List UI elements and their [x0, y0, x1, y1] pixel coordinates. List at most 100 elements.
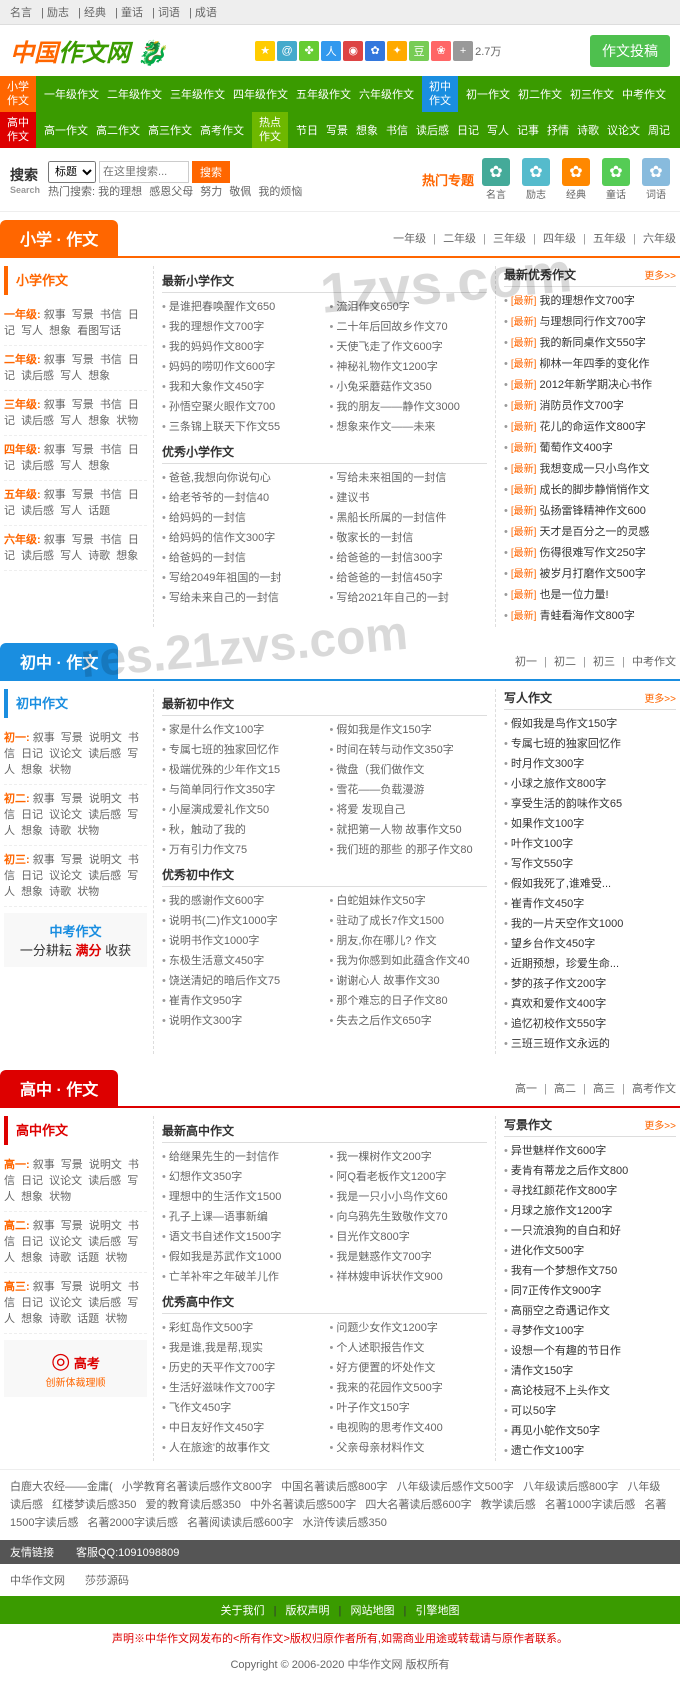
- article-link[interactable]: 说明书(二)作文1000字: [162, 911, 320, 931]
- article-link[interactable]: 写给未来自己的一封信: [162, 588, 320, 608]
- bottom-link[interactable]: 中外名著读后感500字: [250, 1499, 356, 1511]
- nav-link[interactable]: 高考作文: [196, 120, 248, 140]
- article-link[interactable]: 说明书作文1000字: [162, 931, 320, 951]
- tag-link[interactable]: 日记: [21, 870, 43, 882]
- article-link[interactable]: 假如我是作文150字: [330, 720, 488, 740]
- more-link[interactable]: 更多>>: [644, 267, 676, 282]
- tag-link[interactable]: 状物: [49, 1191, 71, 1203]
- article-link[interactable]: 谢谢心人 故事作文30: [330, 971, 488, 991]
- article-link[interactable]: 雪花——负载漫游: [330, 780, 488, 800]
- friend-link[interactable]: 中华作文网: [10, 1575, 65, 1587]
- tag-link[interactable]: 想象: [21, 1313, 43, 1325]
- article-link[interactable]: 叶子作文150字: [330, 1398, 488, 1418]
- article-link[interactable]: 极端优殊的少年作文15: [162, 760, 320, 780]
- topbar-link[interactable]: 词语: [158, 7, 180, 19]
- topbar-link[interactable]: 成语: [195, 7, 217, 19]
- article-link[interactable]: 写给未来祖国的一封信: [330, 468, 488, 488]
- nav-link[interactable]: 书信: [382, 120, 412, 140]
- tag-link[interactable]: 写景: [72, 309, 94, 321]
- nav-link[interactable]: 读后感: [412, 120, 453, 140]
- side-link[interactable]: 叶作文100字: [504, 834, 676, 854]
- tab-link[interactable]: 初二: [554, 656, 576, 668]
- side-link[interactable]: [最新] 我想变成一只小鸟作文: [504, 459, 676, 480]
- article-link[interactable]: 我的朋友——静作文3000: [330, 397, 488, 417]
- article-link[interactable]: 历史的天平作文700字: [162, 1358, 320, 1378]
- nav-link[interactable]: 想象: [352, 120, 382, 140]
- nav-link[interactable]: 高三作文: [144, 120, 196, 140]
- tag-link[interactable]: 写人: [60, 370, 82, 382]
- tag-link[interactable]: 叙事: [33, 732, 55, 744]
- nav-link[interactable]: 记事: [513, 120, 543, 140]
- article-link[interactable]: 电视购的思考作文400: [330, 1418, 488, 1438]
- tag-link[interactable]: 写景: [61, 1159, 83, 1171]
- article-link[interactable]: 万有引力作文75: [162, 840, 320, 860]
- tab-link[interactable]: 中考作文: [632, 656, 676, 668]
- tag-link[interactable]: 日记: [21, 1297, 43, 1309]
- tag-link[interactable]: 叙事: [44, 354, 66, 366]
- tag-link[interactable]: 写景: [61, 732, 83, 744]
- tag-link[interactable]: 书信: [100, 399, 122, 411]
- tag-link[interactable]: 写景: [72, 489, 94, 501]
- tag-link[interactable]: 写人: [60, 415, 82, 427]
- article-link[interactable]: 敬家长的一封信: [330, 528, 488, 548]
- tag-link[interactable]: 状物: [105, 1313, 127, 1325]
- tag-link[interactable]: 书信: [100, 534, 122, 546]
- side-link[interactable]: 追忆初校作文550字: [504, 1014, 676, 1034]
- tag-link[interactable]: 写人: [60, 505, 82, 517]
- side-link[interactable]: [最新] 柳林一年四季的变化作: [504, 354, 676, 375]
- tag-link[interactable]: 读后感: [21, 505, 54, 517]
- tag-link[interactable]: 状物: [49, 764, 71, 776]
- article-link[interactable]: 写给2049年祖国的一封: [162, 568, 320, 588]
- topbar-link[interactable]: 励志: [47, 7, 69, 19]
- article-link[interactable]: 崔青作文950字: [162, 991, 320, 1011]
- article-link[interactable]: 语文书自述作文1500字: [162, 1227, 320, 1247]
- article-link[interactable]: 假如我是苏武作文1000: [162, 1247, 320, 1267]
- nav-link[interactable]: 写人: [483, 120, 513, 140]
- article-link[interactable]: 人在旅途'的故事作文: [162, 1438, 320, 1458]
- bottom-link[interactable]: 名著阅读读后感600字: [187, 1517, 293, 1529]
- tag-link[interactable]: 诗歌: [49, 825, 71, 837]
- more-link[interactable]: 更多>>: [644, 1117, 676, 1132]
- tab-link[interactable]: 六年级: [643, 233, 676, 245]
- tab-link[interactable]: 五年级: [593, 233, 626, 245]
- tag-link[interactable]: 写景: [61, 854, 83, 866]
- article-link[interactable]: 建议书: [330, 488, 488, 508]
- article-link[interactable]: 个人述职报告作文: [330, 1338, 488, 1358]
- topbar-link[interactable]: 童话: [121, 7, 143, 19]
- article-link[interactable]: 将爱 发现自己: [330, 800, 488, 820]
- nav-link[interactable]: 写景: [322, 120, 352, 140]
- article-link[interactable]: 给妈妈的信作文300字: [162, 528, 320, 548]
- tab-link[interactable]: 二年级: [443, 233, 476, 245]
- side-link[interactable]: 崔青作文450字: [504, 894, 676, 914]
- side-link[interactable]: 我有一个梦想作文750: [504, 1261, 676, 1281]
- bottom-link[interactable]: 水浒传读后感350: [303, 1517, 387, 1529]
- tag-link[interactable]: 日记: [21, 1236, 43, 1248]
- side-link[interactable]: 假如我死了,谁难受...: [504, 874, 676, 894]
- tag-link[interactable]: 写景: [72, 399, 94, 411]
- side-link[interactable]: 真欢和爱作文400字: [504, 994, 676, 1014]
- article-link[interactable]: 想象来作文——未来: [330, 417, 488, 437]
- side-link[interactable]: 享受生活的韵味作文65: [504, 794, 676, 814]
- nav-label[interactable]: 初中作文: [422, 76, 458, 112]
- hot-link[interactable]: 我的理想: [98, 186, 142, 198]
- article-link[interactable]: 目光作文800字: [330, 1227, 488, 1247]
- tab-link[interactable]: 四年级: [543, 233, 576, 245]
- bottom-link[interactable]: 小学教育名著读后感作文800字: [122, 1481, 272, 1493]
- nav-link[interactable]: 高一作文: [40, 120, 92, 140]
- article-link[interactable]: 幻想作文350字: [162, 1167, 320, 1187]
- article-link[interactable]: 我为你感到如此蕴含作文40: [330, 951, 488, 971]
- side-link[interactable]: 三班三班作文永远的: [504, 1034, 676, 1054]
- nav-link[interactable]: 日记: [453, 120, 483, 140]
- article-link[interactable]: 与简单同行作文350字: [162, 780, 320, 800]
- side-link[interactable]: [最新] 与理想同行作文700字: [504, 312, 676, 333]
- nav-link[interactable]: 初三作文: [566, 84, 618, 104]
- tag-link[interactable]: 诗歌: [49, 1313, 71, 1325]
- bottom-link[interactable]: 红楼梦读后感350: [52, 1499, 136, 1511]
- nav-link[interactable]: 抒情: [543, 120, 573, 140]
- side-link[interactable]: [最新] 被岁月打磨作文500字: [504, 564, 676, 585]
- article-link[interactable]: 孙悟空聚火眼作文700: [162, 397, 320, 417]
- nav-link[interactable]: 节日: [292, 120, 322, 140]
- article-link[interactable]: 就把第一人物 故事作文50: [330, 820, 488, 840]
- tag-link[interactable]: 读后感: [88, 1297, 121, 1309]
- submit-button[interactable]: 作文投稿: [590, 35, 670, 67]
